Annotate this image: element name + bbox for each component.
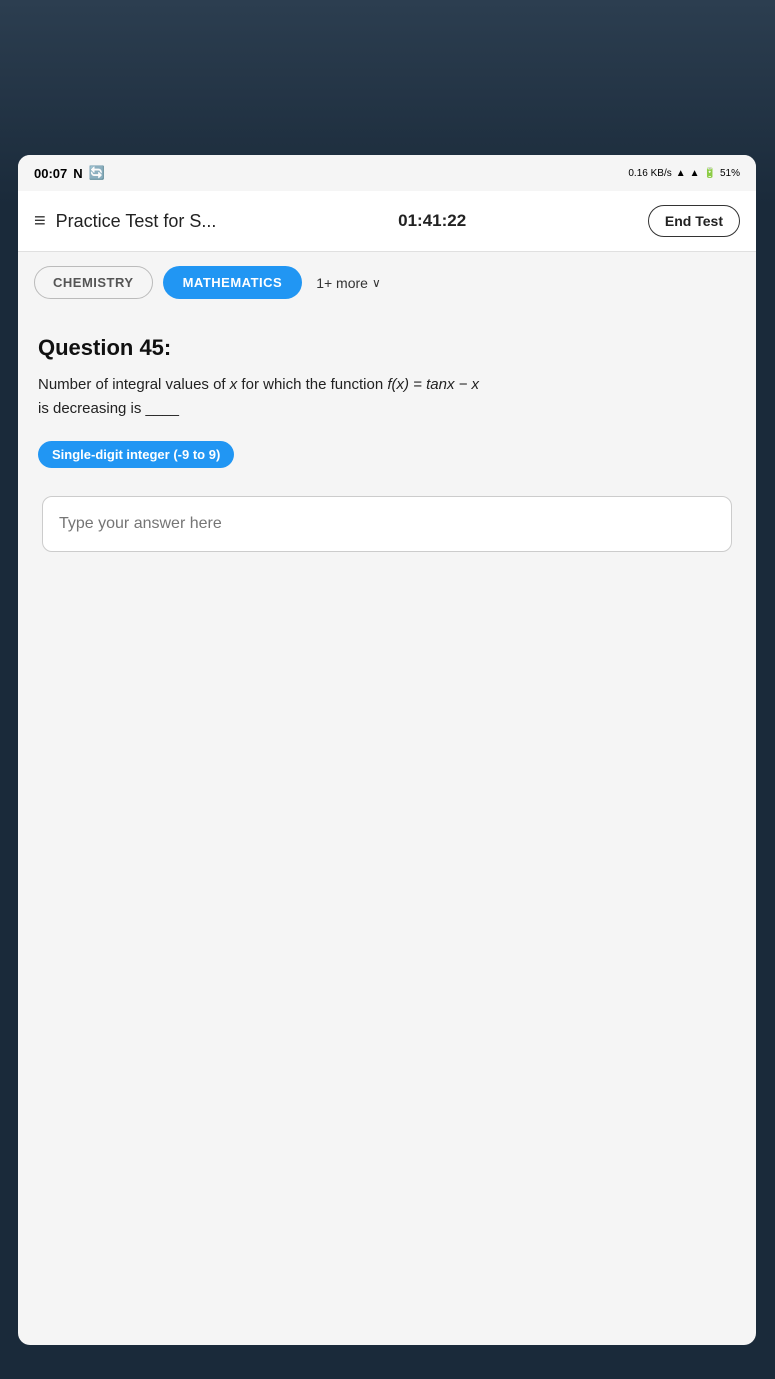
timer-display: 01:41:22 (398, 211, 466, 231)
status-time: 00:07 (34, 166, 67, 181)
tabs-bar: CHEMISTRY MATHEMATICS 1+ more ∨ (18, 252, 756, 313)
status-bar: 00:07 N 🔄 0.16 KB/s ▲ ▲ 🔋 51% (18, 155, 756, 191)
question-number: Question 45: (38, 335, 736, 361)
status-right: 0.16 KB/s ▲ ▲ 🔋 51% (628, 168, 740, 179)
main-content-area: Question 45: Number of integral values o… (18, 313, 756, 552)
phone-screen: 00:07 N 🔄 0.16 KB/s ▲ ▲ 🔋 51% ≡ Practice… (18, 155, 756, 1345)
notification-icon: N (73, 166, 82, 181)
hamburger-icon[interactable]: ≡ (34, 210, 46, 233)
network-speed: 0.16 KB/s (628, 168, 671, 179)
app-header: ≡ Practice Test for S... 01:41:22 End Te… (18, 191, 756, 252)
tab-chemistry[interactable]: CHEMISTRY (34, 266, 153, 299)
question-text-part1: Number of integral values of x for which… (38, 376, 479, 393)
app-title: Practice Test for S... (56, 211, 217, 232)
status-left: 00:07 N 🔄 (34, 165, 105, 181)
signal-icon: ▲ (690, 168, 700, 179)
refresh-icon: 🔄 (89, 165, 105, 181)
tab-more[interactable]: 1+ more ∨ (316, 275, 381, 291)
wifi-icon: ▲ (676, 168, 686, 179)
answer-input[interactable] (59, 515, 715, 533)
chevron-down-icon: ∨ (372, 276, 381, 290)
battery-icon: 🔋 (704, 168, 716, 179)
end-test-button[interactable]: End Test (648, 205, 740, 237)
question-text: Number of integral values of x for which… (38, 373, 736, 421)
battery-percent: 51% (720, 168, 740, 179)
tab-mathematics[interactable]: MATHEMATICS (163, 266, 303, 299)
question-area: Question 45: Number of integral values o… (18, 313, 756, 552)
header-left: ≡ Practice Test for S... (34, 210, 216, 233)
question-text-part2: is decreasing is ____ (38, 400, 179, 417)
answer-input-container[interactable] (42, 496, 732, 552)
tab-more-label: 1+ more (316, 275, 368, 291)
answer-type-badge: Single-digit integer (-9 to 9) (38, 441, 234, 468)
